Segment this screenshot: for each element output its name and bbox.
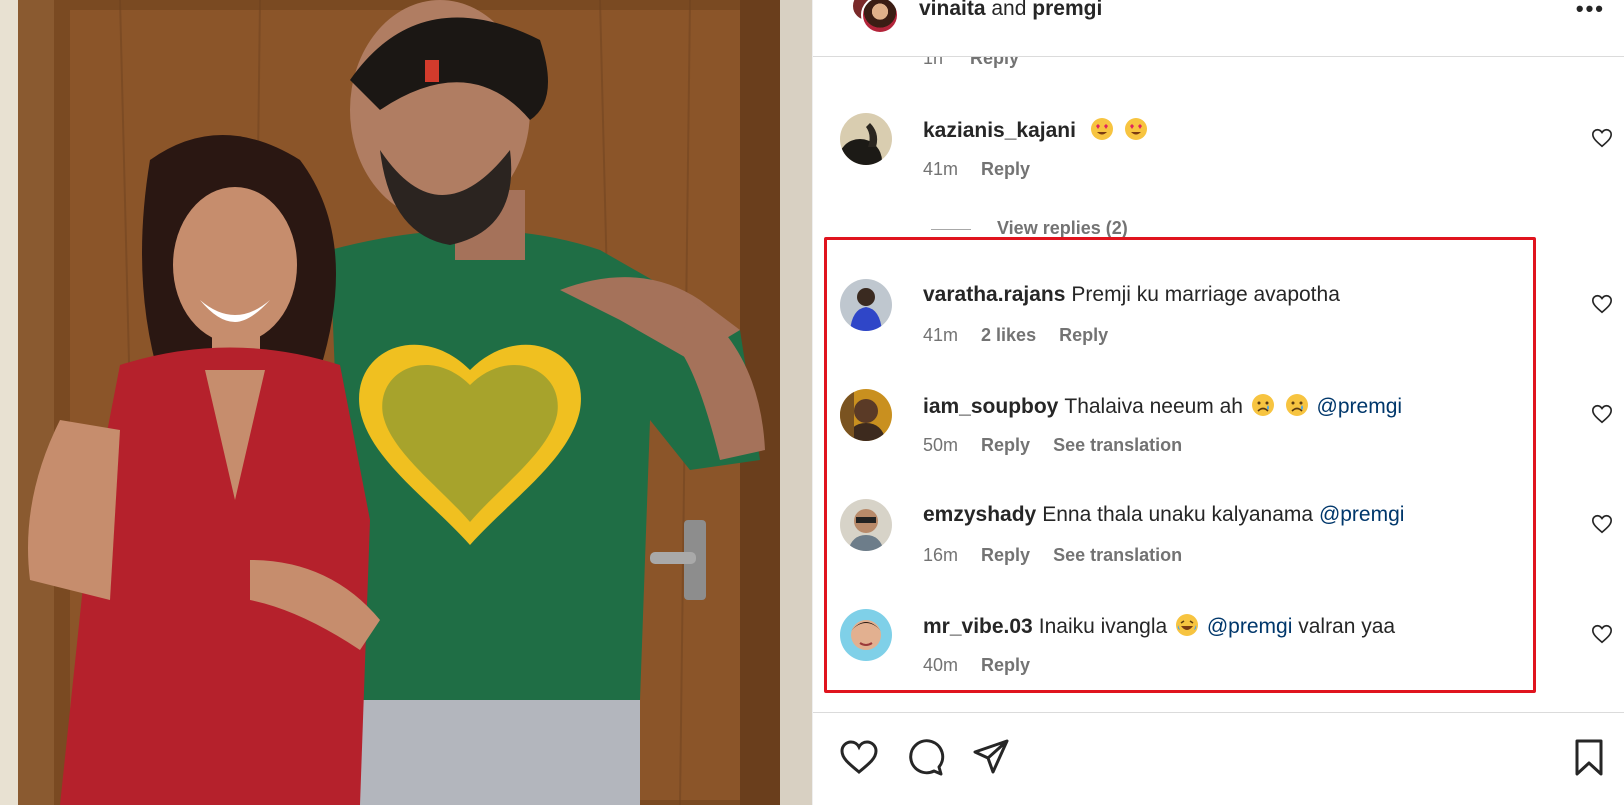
post-image bbox=[0, 0, 812, 805]
reply-button[interactable]: Reply bbox=[981, 159, 1030, 179]
comment-meta: 50m Reply See translation bbox=[923, 435, 1200, 456]
like-comment-icon[interactable] bbox=[1591, 293, 1613, 315]
author-link[interactable]: vinaita bbox=[919, 0, 986, 20]
reply-button[interactable]: Reply bbox=[981, 655, 1030, 675]
comment-body-continued: valran yaa bbox=[1298, 615, 1396, 638]
header-avatars[interactable] bbox=[851, 0, 901, 36]
comment-meta: 41m Reply bbox=[923, 159, 1048, 180]
comment-username[interactable]: kazianis_kajani bbox=[923, 119, 1076, 142]
bookmark-icon[interactable] bbox=[1569, 737, 1609, 777]
comment-text: emzyshady Enna thala unaku kalyanama @pre… bbox=[923, 503, 1404, 527]
heart-icon[interactable] bbox=[839, 737, 879, 777]
comment-time: 16m bbox=[923, 545, 959, 565]
comment-item: iam_soupboy Thalaiva neeum ah @premgi 50m… bbox=[813, 389, 1624, 489]
comment-item: emzyshady Enna thala unaku kalyanama @pre… bbox=[813, 499, 1624, 599]
comments-panel: vinaita and premgi ••• 1h Reply kazianis… bbox=[812, 0, 1624, 805]
comment-body: Inaiku ivangla bbox=[1038, 615, 1168, 638]
avatar[interactable] bbox=[840, 279, 892, 331]
comment-meta: 16m Reply See translation bbox=[923, 545, 1200, 566]
view-replies-button[interactable]: View replies (2) bbox=[931, 218, 1128, 239]
avatar[interactable] bbox=[840, 609, 892, 661]
like-comment-icon[interactable] bbox=[1591, 623, 1613, 645]
mention-link[interactable]: @premgi bbox=[1317, 395, 1403, 418]
comment-icon[interactable] bbox=[905, 737, 945, 777]
avatar[interactable] bbox=[840, 113, 892, 165]
comment-meta: 41m 2 likes Reply bbox=[923, 325, 1126, 346]
like-comment-icon[interactable] bbox=[1591, 403, 1613, 425]
like-comment-icon[interactable] bbox=[1591, 127, 1613, 149]
comment-body: Enna thala unaku kalyanama bbox=[1042, 503, 1314, 526]
like-comment-icon[interactable] bbox=[1591, 513, 1613, 535]
post-actions-bar bbox=[813, 712, 1624, 805]
see-translation-button[interactable]: See translation bbox=[1053, 545, 1182, 565]
comment-text: iam_soupboy Thalaiva neeum ah @premgi bbox=[923, 393, 1402, 419]
comment-username[interactable]: iam_soupboy bbox=[923, 395, 1058, 418]
sad-tear-emoji bbox=[1251, 393, 1275, 417]
reply-button[interactable]: Reply bbox=[981, 435, 1030, 455]
reply-button[interactable]: Reply bbox=[981, 545, 1030, 565]
heart-eyes-emoji bbox=[1124, 117, 1148, 141]
avatar[interactable] bbox=[840, 499, 892, 551]
see-translation-button[interactable]: See translation bbox=[1053, 435, 1182, 455]
comment-username[interactable]: varatha.rajans bbox=[923, 283, 1065, 306]
comment-time: 40m bbox=[923, 655, 959, 675]
heart-eyes-emoji bbox=[1090, 117, 1114, 141]
comment-username[interactable]: mr_vibe.03 bbox=[923, 615, 1033, 638]
sad-tear-emoji bbox=[1285, 393, 1309, 417]
reply-button[interactable]: Reply bbox=[1059, 325, 1108, 345]
comment-body: Premji ku marriage avapotha bbox=[1071, 283, 1340, 306]
author-link[interactable]: premgi bbox=[1032, 0, 1102, 20]
comment-time: 50m bbox=[923, 435, 959, 455]
share-icon[interactable] bbox=[971, 737, 1011, 777]
comment-text: varatha.rajans Premji ku marriage avapoth… bbox=[923, 283, 1340, 307]
comment-item: kazianis_kajani 41m Reply bbox=[813, 113, 1624, 213]
replies-divider bbox=[931, 228, 971, 230]
authors-conjunction: and bbox=[991, 0, 1027, 20]
comment-time: 41m bbox=[923, 325, 959, 345]
avatar[interactable] bbox=[840, 389, 892, 441]
mention-link[interactable]: @premgi bbox=[1319, 503, 1405, 526]
post-authors: vinaita and premgi bbox=[919, 0, 1102, 21]
likes-count[interactable]: 2 likes bbox=[981, 325, 1036, 345]
comment-meta: 40m Reply bbox=[923, 655, 1048, 676]
laughing-emoji bbox=[1175, 613, 1199, 637]
post-photo bbox=[0, 0, 812, 805]
comment-text: kazianis_kajani bbox=[923, 117, 1150, 143]
more-horizontal-icon[interactable]: ••• bbox=[1576, 0, 1605, 22]
comment-text: mr_vibe.03 Inaiku ivangla @premgi valran … bbox=[923, 613, 1395, 639]
comment-item: mr_vibe.03 Inaiku ivangla @premgi valran … bbox=[813, 609, 1624, 709]
comment-body: Thalaiva neeum ah bbox=[1064, 395, 1243, 418]
mention-link[interactable]: @premgi bbox=[1207, 615, 1293, 638]
view-replies-label: View replies (2) bbox=[997, 218, 1128, 238]
comment-item: varatha.rajans Premji ku marriage avapoth… bbox=[813, 279, 1624, 379]
post-header: vinaita and premgi ••• bbox=[813, 0, 1624, 57]
comment-time: 41m bbox=[923, 159, 959, 179]
comment-username[interactable]: emzyshady bbox=[923, 503, 1036, 526]
avatar[interactable] bbox=[861, 0, 899, 34]
